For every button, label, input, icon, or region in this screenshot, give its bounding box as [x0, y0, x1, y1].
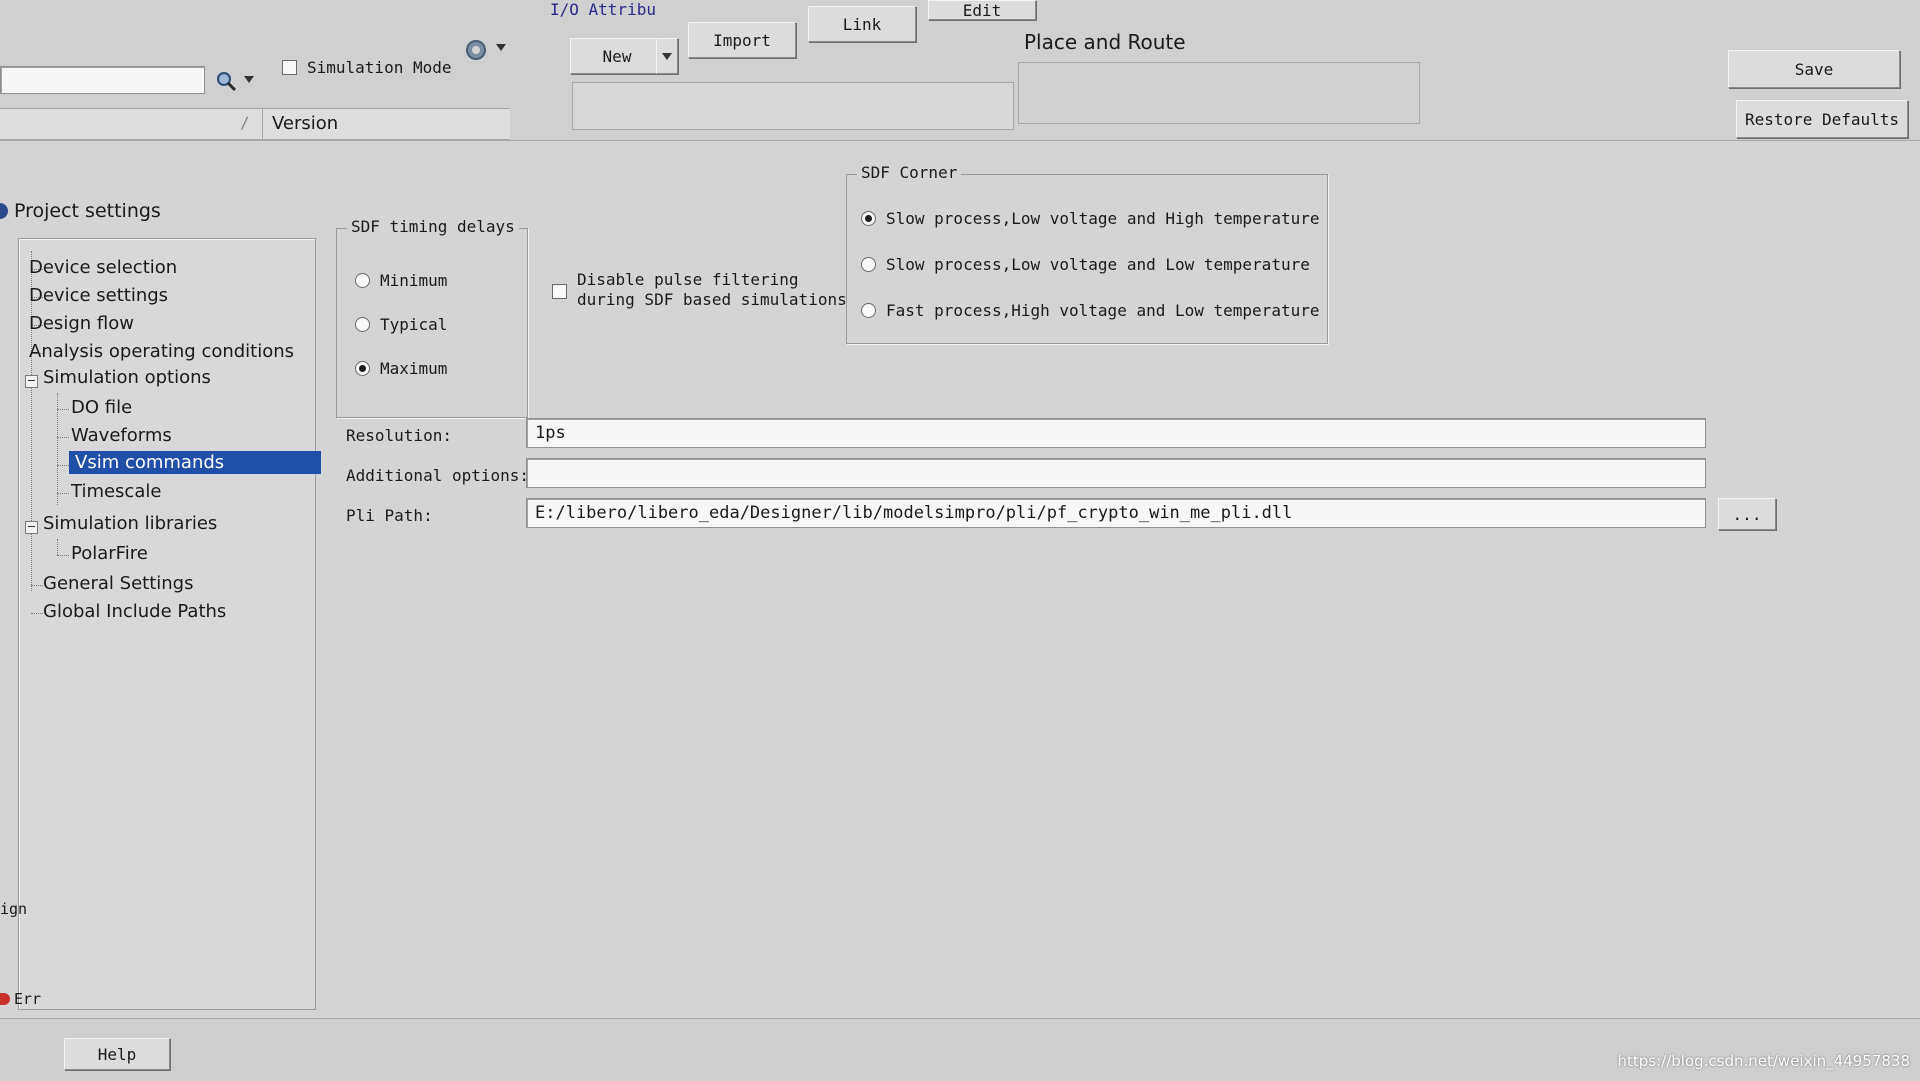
gear-icon[interactable]	[464, 38, 488, 62]
io-attributes-tab[interactable]: I/O Attribu	[550, 0, 656, 19]
simulation-mode-check-box[interactable]	[282, 60, 297, 75]
pli-path-browse-button[interactable]: ...	[1718, 498, 1776, 530]
typical-radio-button[interactable]	[355, 317, 370, 332]
sdf-corner-legend: SDF Corner	[857, 163, 962, 182]
additional-options-label: Additional options:	[346, 466, 530, 485]
maximum-radio-button[interactable]	[355, 361, 370, 376]
search-icon[interactable]	[215, 70, 237, 92]
design-list-panel	[572, 82, 1014, 130]
sidebar-item-simulation-libraries[interactable]: Simulation libraries	[43, 513, 217, 534]
sdf-corner-slow-high-temp-radio[interactable]: Slow process,Low voltage and High temper…	[861, 209, 1319, 228]
simulation-mode-checkbox[interactable]: Simulation Mode	[282, 58, 452, 77]
filter-field[interactable]	[0, 66, 205, 94]
sdf-corner-group: SDF Corner Slow process,Low voltage and …	[846, 163, 1328, 344]
sidebar-item-analysis-operating-conditions[interactable]: Analysis operating conditions	[29, 341, 294, 362]
project-settings-icon	[0, 203, 8, 219]
version-header-label: Version	[272, 113, 339, 134]
typical-label: Typical	[380, 315, 448, 334]
bottom-bar	[0, 1018, 1920, 1081]
watermark-text: https://blog.csdn.net/weixin_44957838	[1617, 1052, 1910, 1070]
fast-low-temp-label: Fast process,High voltage and Low temper…	[886, 301, 1320, 320]
simulation-options-collapse-icon[interactable]: −	[25, 375, 38, 388]
sidebar-item-device-settings[interactable]: Device settings	[29, 285, 168, 306]
sdf-timing-minimum-radio[interactable]: Minimum	[355, 271, 447, 290]
save-button[interactable]: Save	[1728, 50, 1900, 88]
version-column-header: / Version	[0, 108, 510, 140]
column-separator: /	[240, 113, 250, 132]
project-settings-title: Project settings	[14, 200, 161, 222]
version-header-divider	[262, 109, 263, 139]
sdf-timing-typical-radio[interactable]: Typical	[355, 315, 447, 334]
sdf-timing-delays-legend: SDF timing delays	[347, 217, 519, 236]
sidebar-item-timescale[interactable]: Timescale	[71, 481, 161, 502]
disable-pulse-filtering-check-box[interactable]	[552, 284, 567, 299]
slow-low-temp-label: Slow process,Low voltage and Low tempera…	[886, 255, 1310, 274]
sidebar-item-device-selection[interactable]: Device selection	[29, 257, 177, 278]
slow-high-temp-label: Slow process,Low voltage and High temper…	[886, 209, 1320, 228]
link-button[interactable]: Link	[808, 6, 916, 42]
sidebar-item-vsim-commands[interactable]: Vsim commands	[69, 451, 321, 474]
sdf-corner-slow-low-temp-radio[interactable]: Slow process,Low voltage and Low tempera…	[861, 255, 1310, 274]
pulse-filtering-label-line2: during SDF based simulations	[577, 290, 847, 309]
design-tab-fragment[interactable]: ign	[0, 900, 27, 918]
minimum-radio-button[interactable]	[355, 273, 370, 288]
slow-high-temp-radio-button[interactable]	[861, 211, 876, 226]
sidebar-item-global-include-paths[interactable]: Global Include Paths	[43, 601, 226, 622]
settings-tree[interactable]: Device selection Device settings Design …	[18, 238, 321, 1010]
error-icon	[0, 993, 10, 1005]
slow-low-temp-radio-button[interactable]	[861, 257, 876, 272]
help-button[interactable]: Help	[64, 1038, 170, 1070]
pli-path-input[interactable]: E:/libero/libero_eda/Designer/lib/models…	[526, 498, 1706, 528]
gear-dropdown-icon[interactable]	[496, 44, 506, 51]
simulation-mode-label: Simulation Mode	[307, 58, 452, 77]
sidebar-item-general-settings[interactable]: General Settings	[43, 573, 194, 594]
place-and-route-label[interactable]: Place and Route	[1024, 30, 1186, 54]
additional-options-input[interactable]	[526, 458, 1706, 488]
sdf-timing-maximum-radio[interactable]: Maximum	[355, 359, 447, 378]
resolution-input[interactable]: 1ps	[526, 418, 1706, 448]
new-button[interactable]: New	[570, 38, 664, 74]
sidebar-item-simulation-options[interactable]: Simulation options	[43, 367, 211, 388]
disable-pulse-filtering-checkbox[interactable]: Disable pulse filtering during SDF based…	[552, 270, 847, 310]
chevron-down-icon	[662, 52, 672, 60]
sidebar-item-waveforms[interactable]: Waveforms	[71, 425, 172, 446]
import-button[interactable]: Import	[688, 22, 796, 58]
sidebar-item-polarfire[interactable]: PolarFire	[71, 543, 148, 564]
project-settings-header: Project settings	[0, 200, 161, 222]
place-and-route-panel	[1018, 62, 1420, 124]
simulation-libraries-collapse-icon[interactable]: −	[25, 521, 38, 534]
sdf-timing-delays-group: SDF timing delays Minimum Typical Maximu…	[336, 217, 528, 418]
error-tab[interactable]: Err	[0, 990, 41, 1008]
sidebar-item-design-flow[interactable]: Design flow	[29, 313, 134, 334]
restore-defaults-button[interactable]: Restore Defaults	[1736, 100, 1908, 138]
search-dropdown-icon[interactable]	[244, 76, 254, 83]
pulse-filtering-label-line1: Disable pulse filtering	[577, 270, 799, 289]
resolution-label: Resolution:	[346, 426, 452, 445]
edit-button[interactable]: Edit	[928, 0, 1036, 20]
new-dropdown-button[interactable]	[656, 38, 678, 74]
sdf-corner-fast-low-temp-radio[interactable]: Fast process,High voltage and Low temper…	[861, 301, 1319, 320]
sidebar-item-do-file[interactable]: DO file	[71, 397, 132, 418]
pli-path-label: Pli Path:	[346, 506, 433, 525]
fast-low-temp-radio-button[interactable]	[861, 303, 876, 318]
vsim-settings-panel: SDF timing delays Minimum Typical Maximu…	[326, 150, 1920, 1010]
maximum-label: Maximum	[380, 359, 448, 378]
minimum-label: Minimum	[380, 271, 448, 290]
error-tab-label: Err	[14, 990, 42, 1008]
